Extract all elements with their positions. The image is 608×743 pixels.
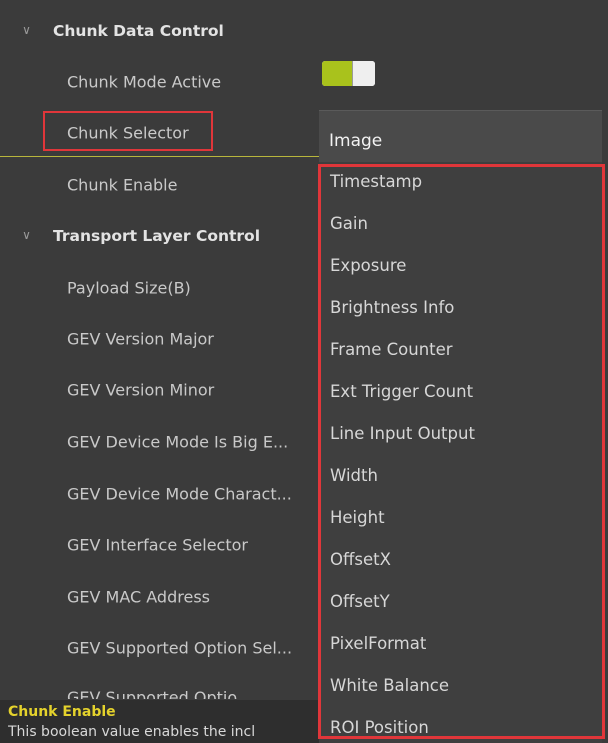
chevron-down-icon[interactable]: ∨ bbox=[20, 23, 33, 37]
property-gev-supported-option-partial[interactable]: GEV Supported Optio bbox=[67, 687, 237, 699]
dropdown-option[interactable]: Timestamp bbox=[330, 172, 422, 191]
chevron-down-icon[interactable]: ∨ bbox=[20, 228, 33, 242]
dropdown-selected-value: Image bbox=[329, 131, 383, 151]
dropdown-option[interactable]: White Balance bbox=[330, 676, 449, 695]
property-label: GEV Interface Selector bbox=[67, 535, 248, 554]
properties-panel: ∨ Chunk Data Control Chunk Mode Active C… bbox=[0, 0, 608, 743]
property-label: Chunk Mode Active bbox=[67, 72, 222, 91]
chunk-mode-active-toggle[interactable] bbox=[322, 61, 375, 86]
dropdown-option[interactable]: Line Input Output bbox=[330, 424, 475, 443]
section-chunk-data-control[interactable]: ∨ Chunk Data Control bbox=[0, 5, 608, 56]
dropdown-option[interactable]: OffsetY bbox=[330, 592, 390, 611]
dropdown-option[interactable]: OffsetX bbox=[330, 550, 391, 569]
section-label: Chunk Data Control bbox=[53, 21, 224, 40]
section-label: Transport Layer Control bbox=[53, 226, 261, 245]
dropdown-option[interactable]: Width bbox=[330, 466, 378, 485]
property-label: Chunk Enable bbox=[67, 175, 178, 194]
dropdown-option[interactable]: Ext Trigger Count bbox=[330, 382, 473, 401]
property-label: Payload Size(B) bbox=[67, 278, 191, 297]
property-label: GEV Device Mode Charact... bbox=[67, 484, 292, 503]
property-chunk-mode-active: Chunk Mode Active bbox=[0, 56, 608, 107]
dropdown-option[interactable]: Brightness Info bbox=[330, 298, 454, 317]
dropdown-option[interactable]: Exposure bbox=[330, 256, 406, 275]
selection-underline bbox=[0, 156, 320, 157]
dropdown-option[interactable]: Gain bbox=[330, 214, 368, 233]
dropdown-option[interactable]: ROI Position bbox=[330, 718, 429, 737]
dropdown-options-list[interactable]: Timestamp Gain Exposure Brightness Info … bbox=[319, 162, 602, 743]
footer-title: Chunk Enable bbox=[8, 704, 116, 720]
dropdown-option[interactable]: Frame Counter bbox=[330, 340, 453, 359]
chunk-selector-highlight bbox=[43, 111, 213, 151]
property-label: GEV Version Major bbox=[67, 329, 214, 348]
dropdown-option[interactable]: Height bbox=[330, 508, 385, 527]
toggle-knob[interactable] bbox=[352, 61, 375, 86]
toggle-on-fill bbox=[322, 61, 353, 86]
dropdown-option[interactable]: PixelFormat bbox=[330, 634, 426, 653]
property-label: GEV Supported Option Sel... bbox=[67, 638, 293, 657]
footer-description: This boolean value enables the incl bbox=[8, 724, 256, 740]
property-label: GEV Version Minor bbox=[67, 380, 215, 399]
property-label: GEV MAC Address bbox=[67, 587, 210, 606]
property-label: GEV Device Mode Is Big E... bbox=[67, 432, 289, 451]
chunk-selector-dropdown[interactable]: Image bbox=[319, 110, 602, 162]
description-footer: Chunk Enable This boolean value enables … bbox=[0, 700, 320, 743]
